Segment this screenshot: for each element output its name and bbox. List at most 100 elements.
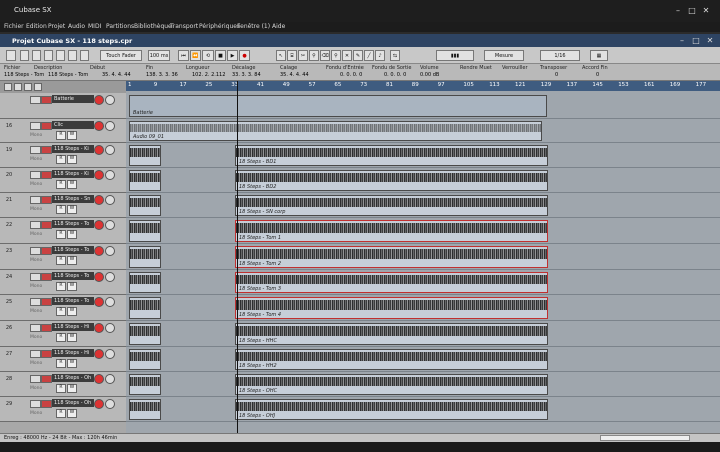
project-close-icon[interactable]: ✕ (704, 35, 716, 46)
track-lane[interactable]: 18 Steps - OHC (126, 372, 720, 397)
info-value-end[interactable]: 138. 3. 3. 36 (146, 72, 178, 78)
menu-edition[interactable]: Edition (26, 23, 47, 30)
solo-button[interactable] (41, 122, 52, 130)
monitor-button[interactable] (105, 145, 115, 155)
monitor-button[interactable] (105, 195, 115, 205)
track-name[interactable]: 118 Steps - To (52, 297, 94, 305)
mute-button[interactable] (30, 146, 41, 154)
folder-part[interactable]: Batterie (129, 95, 547, 117)
mute-button[interactable] (30, 273, 41, 281)
solo-button[interactable] (41, 324, 52, 332)
track-name[interactable]: 118 Steps - To (52, 272, 94, 280)
monitor-button[interactable] (105, 95, 115, 105)
write-automation-button[interactable]: W (67, 180, 77, 189)
read-automation-button[interactable]: R (56, 180, 66, 189)
cycle-icon[interactable]: ⟲ (202, 50, 214, 61)
read-automation-button[interactable]: R (56, 333, 66, 342)
global-solo-icon[interactable] (14, 83, 22, 91)
info-value-fine-tune[interactable]: 0 (596, 72, 599, 78)
open-pool-button[interactable] (68, 50, 77, 61)
write-automation-button[interactable]: W (67, 409, 77, 418)
read-automation-button[interactable]: R (56, 131, 66, 140)
menu-aide[interactable]: Aide (272, 23, 285, 30)
project-maximize-icon[interactable]: □ (690, 35, 702, 46)
show-overview-button[interactable] (56, 50, 65, 61)
color-select[interactable]: ▦ (590, 50, 608, 61)
info-value-fade-in[interactable]: 0. 0. 0. 0 (340, 72, 362, 78)
read-automation-button[interactable]: R (56, 359, 66, 368)
info-value-fade-out[interactable]: 0. 0. 0. 0 (384, 72, 406, 78)
audio-event[interactable]: 18 Steps - Tom 1 (235, 220, 548, 242)
zoom-icon[interactable]: ⚲ (331, 50, 341, 61)
audio-event[interactable]: 18 Steps - OHJ (235, 399, 548, 420)
quantize-select[interactable]: 1/16 (540, 50, 580, 61)
menu-bibliotheque[interactable]: Bibliothèque (134, 23, 172, 30)
grid-type-select[interactable]: Mesure (484, 50, 524, 61)
monitor-button[interactable] (105, 374, 115, 384)
constrain-delay-button[interactable] (20, 50, 29, 61)
write-automation-button[interactable]: W (67, 131, 77, 140)
automation-mode-select[interactable]: Touch Fader (100, 50, 142, 61)
write-automation-button[interactable]: W (67, 333, 77, 342)
audio-track[interactable]: 25 118 Steps - To Mono R W (0, 295, 126, 321)
read-automation-button[interactable]: R (56, 155, 66, 164)
intro-audio-event[interactable] (129, 246, 161, 268)
read-automation-button[interactable]: R (56, 256, 66, 265)
range-select-icon[interactable]: ⌸ (287, 50, 297, 61)
info-value-start[interactable]: 35. 4. 4. 44 (102, 72, 131, 78)
track-lane[interactable]: 18 Steps - BD1 (126, 143, 720, 168)
activate-project-button[interactable] (6, 50, 16, 61)
solo-button[interactable] (41, 196, 52, 204)
record-enable-button[interactable] (94, 170, 104, 180)
info-value-snap[interactable]: 35. 4. 4. 44 (280, 72, 309, 78)
menu-transport[interactable]: Transport (170, 23, 198, 30)
line-tool-icon[interactable]: ╱ (364, 50, 374, 61)
play-icon[interactable]: ▶ (227, 50, 238, 61)
track-lane[interactable]: 18 Steps - SN corp (126, 193, 720, 218)
mute-button[interactable] (30, 375, 41, 383)
read-automation-button[interactable]: R (56, 230, 66, 239)
snap-mode-select[interactable]: ▮▮▮ (436, 50, 474, 61)
solo-button[interactable] (41, 146, 52, 154)
track-lane[interactable]: 18 Steps - Tom 3 (126, 270, 720, 295)
monitor-button[interactable] (105, 399, 115, 409)
show-inspector-button[interactable] (32, 50, 41, 61)
monitor-button[interactable] (105, 297, 115, 307)
menu-partitions[interactable]: Partitions (106, 23, 134, 30)
audio-event[interactable]: 18 Steps - Tom 3 (235, 272, 548, 293)
intro-audio-event[interactable] (129, 170, 161, 191)
audio-event[interactable]: 18 Steps - HHC (235, 323, 548, 345)
audio-event[interactable]: 18 Steps - HH2 (235, 349, 548, 370)
audio-track[interactable]: 20 118 Steps - Ki Mono R W (0, 168, 126, 193)
intro-audio-event[interactable] (129, 272, 161, 293)
intro-audio-event[interactable] (129, 349, 161, 370)
menu-peripheriques[interactable]: Périphériques (199, 23, 240, 30)
intro-audio-event[interactable] (129, 145, 161, 166)
read-automation-button[interactable]: R (56, 384, 66, 393)
record-enable-button[interactable] (94, 374, 104, 384)
audio-event[interactable]: 18 Steps - SN corp (235, 195, 548, 216)
audio-track[interactable]: 19 118 Steps - Ki Mono R W (0, 143, 126, 168)
audio-track[interactable]: 29 118 Steps - Oh Mono R W (0, 397, 126, 422)
record-enable-button[interactable] (94, 220, 104, 230)
track-name[interactable]: 118 Steps - Sn (52, 195, 94, 203)
track-lane[interactable]: 18 Steps - Tom 1 (126, 218, 720, 244)
write-automation-button[interactable]: W (67, 205, 77, 214)
track-lane[interactable]: 18 Steps - HHC (126, 321, 720, 347)
mute-button[interactable] (30, 221, 41, 229)
minimize-icon[interactable]: – (672, 5, 684, 16)
track-lane[interactable]: 18 Steps - HH2 (126, 347, 720, 372)
click-audio-event[interactable]: Audio 09_01 (129, 121, 542, 141)
write-automation-button[interactable]: W (67, 282, 77, 291)
mute-button[interactable] (30, 196, 41, 204)
info-value-length[interactable]: 102. 2. 2.112 (192, 72, 225, 78)
open-mixer-button[interactable] (80, 50, 89, 61)
record-enable-button[interactable] (94, 145, 104, 155)
rewind-icon[interactable]: ⏪ (190, 50, 201, 61)
erase-icon[interactable]: ⌫ (320, 50, 330, 61)
monitor-button[interactable] (105, 349, 115, 359)
track-lane[interactable]: Batterie (126, 93, 720, 119)
go-to-start-icon[interactable]: ⏮ (178, 50, 189, 61)
read-automation-button[interactable]: R (56, 205, 66, 214)
menu-projet[interactable]: Projet (48, 23, 65, 30)
